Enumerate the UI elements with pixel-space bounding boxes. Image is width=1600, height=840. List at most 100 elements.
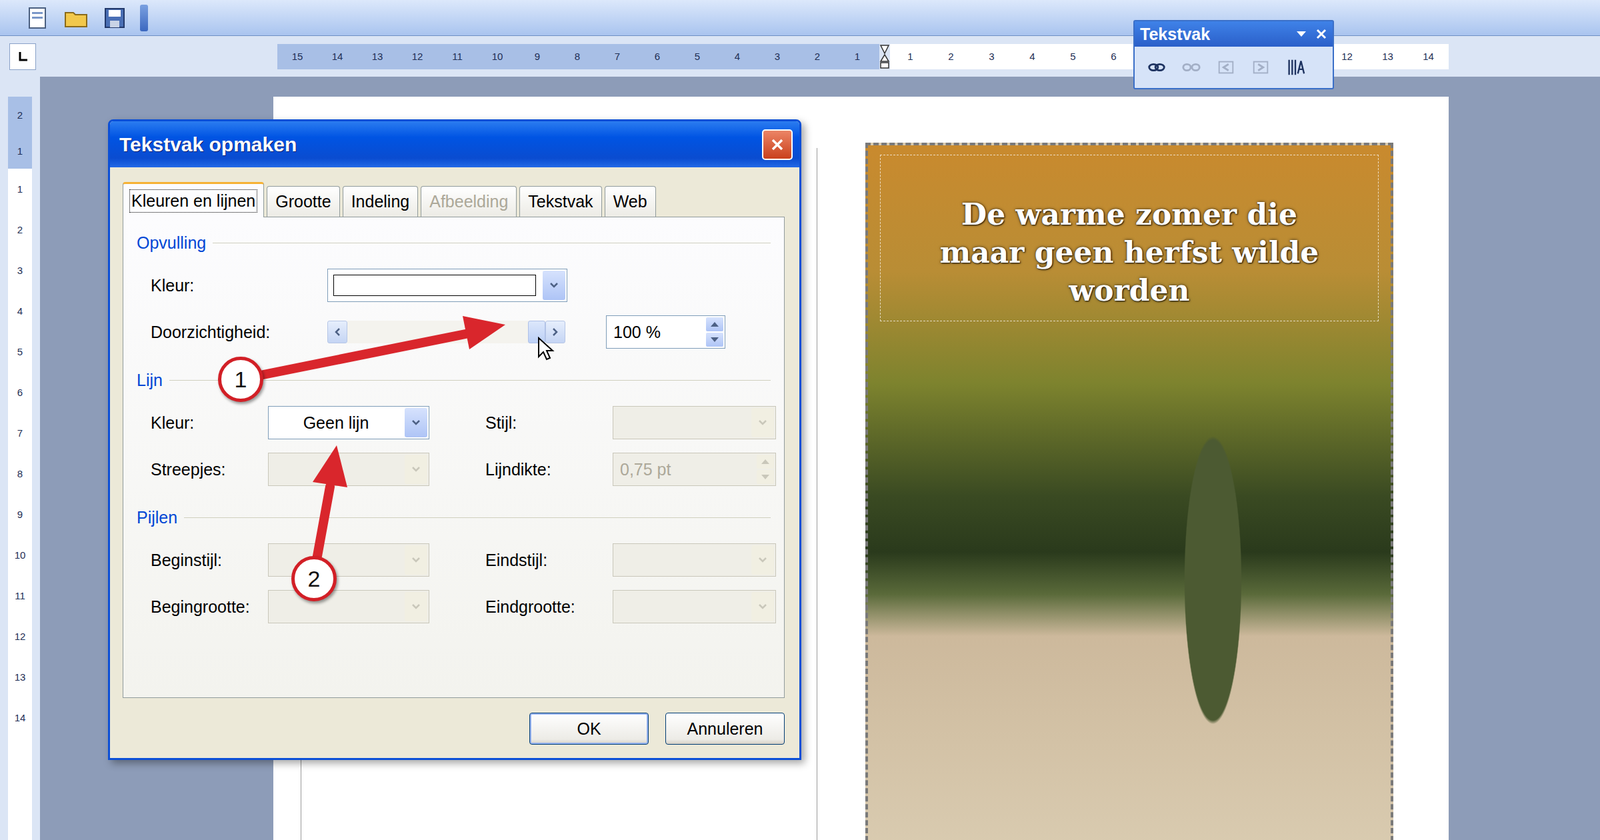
ruler-number: 3 — [757, 44, 798, 70]
dropdown-field[interactable] — [268, 452, 430, 486]
ruler-number: 11 — [437, 44, 478, 70]
ruler-number: 9 — [517, 44, 558, 70]
section-heading: Pijlen — [136, 504, 771, 531]
save-icon[interactable] — [101, 4, 128, 32]
ruler-number: 5 — [677, 44, 718, 70]
ruler-number: 5 — [8, 331, 32, 372]
dialog-button[interactable]: OK — [529, 712, 649, 745]
ruler-number: 15 — [277, 44, 318, 70]
dropdown-field[interactable] — [268, 590, 430, 624]
ruler-number: 10 — [477, 44, 518, 70]
ruler-number: 1 — [837, 44, 878, 70]
dialog-title-bar[interactable]: Tekstvak opmaken — [110, 121, 800, 168]
ruler-number: 6 — [637, 44, 678, 70]
arrow-left-icon — [334, 327, 341, 337]
ruler-number: 4 — [1012, 44, 1053, 70]
tab[interactable]: Web — [604, 186, 656, 217]
tab[interactable]: Indeling — [342, 186, 419, 217]
dialog-button[interactable]: Annuleren — [665, 712, 785, 745]
ruler-number: 6 — [8, 372, 32, 413]
options-section: PijlenBeginstijl:Eindstijl:Begingrootte:… — [136, 504, 771, 624]
ruler-number: 12 — [8, 616, 32, 657]
ruler-margin: 21 — [8, 96, 32, 169]
ruler-row: 151413121110987654321123456121314 — [0, 36, 1600, 77]
field-label: Eindgrootte: — [485, 597, 613, 617]
slider-track[interactable] — [347, 320, 546, 344]
field-label: Beginstijl: — [150, 550, 268, 570]
arrow-1-icon — [263, 316, 506, 375]
break-link-icon — [1181, 57, 1202, 78]
ruler-number: 4 — [8, 290, 32, 332]
dropdown-arrow-icon — [411, 556, 421, 564]
ruler-number: 14 — [1408, 44, 1449, 70]
tab[interactable]: Tekstvak — [519, 186, 602, 217]
dropdown-arrow-icon — [758, 556, 768, 564]
tab[interactable]: Kleuren en lijnen — [122, 182, 264, 218]
format-textbox-dialog: Tekstvak opmaken Kleuren en lijnenGrootte… — [108, 119, 802, 760]
ruler-number: 13 — [357, 44, 398, 70]
toolbar-button[interactable] — [1213, 54, 1239, 80]
photo[interactable]: De warme zomer diemaar geen herfst wilde… — [865, 142, 1394, 840]
callout-number: 2 — [291, 556, 337, 602]
ruler-number: 14 — [317, 44, 358, 70]
arrow-2-icon — [312, 445, 348, 556]
toolbar-button[interactable] — [1248, 54, 1274, 80]
close-icon[interactable] — [1315, 28, 1328, 40]
ruler-number: 5 — [1052, 44, 1094, 70]
field-label: Kleur: — [150, 413, 268, 433]
field-label: Eindstijl: — [485, 550, 613, 570]
ruler-number: 13 — [1367, 44, 1408, 70]
new-document-icon[interactable] — [24, 4, 51, 32]
toolbar-options-icon[interactable] — [1295, 30, 1308, 38]
text-box-line: maar geen herfst wilde — [940, 233, 1320, 272]
slider-left-button[interactable] — [327, 320, 348, 344]
text-box[interactable]: De warme zomer diemaar geen herfst wilde… — [880, 154, 1379, 322]
tab-bar: Kleuren en lijnenGrootteIndelingAfbeeldi… — [122, 182, 785, 217]
ruler-number: 4 — [717, 44, 758, 70]
ruler-number: 6 — [1093, 44, 1134, 70]
section-heading: Opvulling — [136, 229, 771, 256]
fill-color-dropdown[interactable] — [327, 268, 568, 302]
dropdown-arrow-icon — [758, 603, 768, 610]
toolbar-button[interactable] — [1144, 54, 1170, 80]
open-folder-icon[interactable] — [62, 4, 90, 32]
toolbar-handle[interactable] — [140, 4, 148, 32]
tab-stop-selector[interactable] — [9, 43, 36, 70]
dropdown-field[interactable]: Geen lijn — [268, 406, 430, 440]
ruler-number: 3 — [971, 44, 1012, 70]
toolbar-button[interactable] — [1282, 54, 1308, 80]
indent-marker-icon[interactable] — [879, 44, 890, 70]
ruler-number: 2 — [930, 44, 972, 70]
tab[interactable]: Grootte — [266, 186, 340, 217]
ruler-number: 9 — [8, 494, 32, 535]
field-label: Lijndikte: — [485, 460, 613, 480]
ruler-number: 12 — [397, 44, 438, 70]
ruler-number: 2 — [8, 96, 32, 133]
ruler-number: 7 — [597, 44, 638, 70]
dropdown-field[interactable] — [612, 406, 776, 440]
text-box-line: worden — [1068, 271, 1190, 310]
tab[interactable]: Afbeelding — [420, 186, 517, 217]
ruler-text-area: 1234567891011121314 — [8, 168, 32, 840]
transparency-spin-field[interactable]: 100 % — [606, 315, 726, 349]
ruler-number: 2 — [8, 209, 32, 250]
field-label: Doorzichtigheid: — [150, 322, 328, 342]
vertical-ruler[interactable]: 211234567891011121314 — [0, 76, 40, 840]
toolbar-title-bar[interactable]: Tekstvak — [1134, 21, 1333, 47]
ruler-number: 13 — [8, 656, 32, 698]
spin-field[interactable]: 0,75 pt — [612, 452, 776, 486]
ruler-number: 1 — [890, 44, 931, 70]
ruler-number: 3 — [8, 250, 32, 291]
ruler-number: 8 — [557, 44, 598, 70]
slider-thumb[interactable] — [528, 320, 546, 344]
ruler-margin: 151413121110987654321 — [277, 44, 880, 70]
slider-right-button[interactable] — [545, 320, 566, 344]
close-button[interactable] — [762, 129, 793, 160]
ruler-number: 1 — [8, 132, 32, 169]
dropdown-field[interactable] — [612, 543, 776, 577]
color-swatch — [333, 274, 536, 296]
transparency-slider[interactable] — [327, 318, 566, 346]
callout-number: 1 — [218, 356, 264, 402]
toolbar-button[interactable] — [1178, 54, 1204, 80]
dropdown-field[interactable] — [612, 590, 776, 624]
